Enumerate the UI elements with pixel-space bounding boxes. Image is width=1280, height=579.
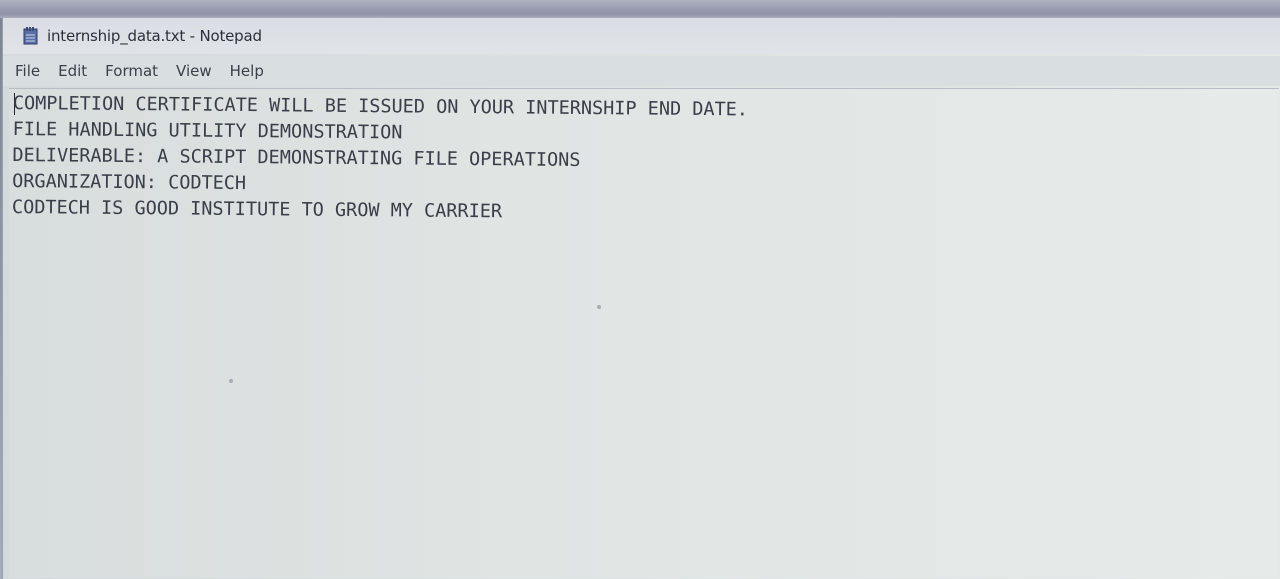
menu-view[interactable]: View [167, 62, 221, 80]
screen-speck [229, 379, 233, 383]
menu-help[interactable]: Help [221, 62, 273, 80]
screen-speck [597, 305, 601, 309]
text-editor[interactable]: COMPLETION CERTIFICATE WILL BE ISSUED ON… [9, 88, 1279, 578]
notepad-window: internship_data.txt - Notepad File Edit … [2, 18, 1280, 579]
menu-edit[interactable]: Edit [49, 62, 96, 80]
menu-bar: File Edit Format View Help [3, 56, 1280, 86]
menu-file[interactable]: File [3, 62, 49, 80]
notepad-icon [23, 27, 38, 45]
window-title: internship_data.txt - Notepad [47, 27, 262, 45]
document-text[interactable]: COMPLETION CERTIFICATE WILL BE ISSUED ON… [12, 91, 1263, 232]
screen: internship_data.txt - Notepad File Edit … [0, 0, 1280, 579]
title-bar[interactable]: internship_data.txt - Notepad [3, 18, 1280, 54]
menu-format[interactable]: Format [96, 62, 167, 80]
